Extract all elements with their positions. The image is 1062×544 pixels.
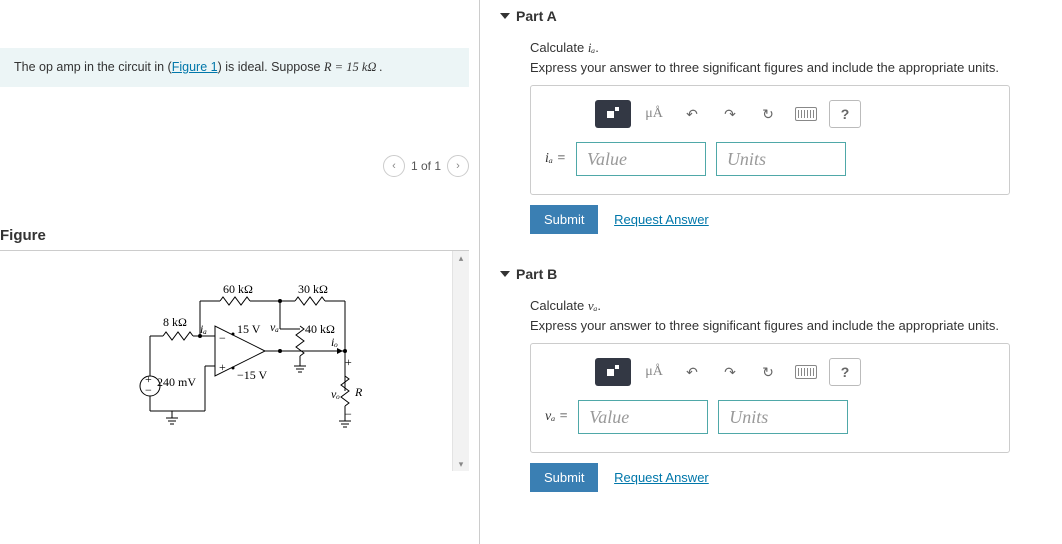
part-a-prompt: Calculate iₐ. <box>530 40 1062 56</box>
svg-text:vₐ: vₐ <box>270 320 279 334</box>
part-a-units-input[interactable]: Units <box>716 142 846 176</box>
keyboard-icon <box>795 365 817 379</box>
scroll-down-icon: ▾ <box>453 457 469 471</box>
part-b-header[interactable]: Part B <box>500 258 1062 290</box>
part-a-submit-button[interactable]: Submit <box>530 205 598 234</box>
redo-button[interactable]: ↷ <box>715 358 745 386</box>
part-b-prompt: Calculate vₐ. <box>530 298 1062 314</box>
undo-button[interactable]: ↶ <box>677 100 707 128</box>
part-a-instruction: Express your answer to three significant… <box>530 60 1062 75</box>
figure-scrollbar[interactable]: ▴ ▾ <box>452 251 469 471</box>
svg-text:−: − <box>219 331 226 345</box>
collapse-icon <box>500 13 510 19</box>
units-tool-button[interactable]: μÅ <box>639 358 669 386</box>
problem-statement: The op amp in the circuit in (Figure 1) … <box>0 48 469 87</box>
svg-text:60 kΩ: 60 kΩ <box>223 282 253 296</box>
svg-text:15 V: 15 V <box>237 322 261 336</box>
part-b-lhs: vₐ = <box>545 409 568 425</box>
part-b-instruction: Express your answer to three significant… <box>530 318 1062 333</box>
figure-next-button[interactable]: › <box>447 155 469 177</box>
scroll-up-icon: ▴ <box>453 251 469 265</box>
part-b-submit-button[interactable]: Submit <box>530 463 598 492</box>
svg-text:30 kΩ: 30 kΩ <box>298 282 328 296</box>
problem-text-prefix: The op amp in the circuit in ( <box>14 60 172 74</box>
part-a-value-input[interactable]: Value <box>576 142 706 176</box>
figure-nav-text: 1 of 1 <box>411 159 441 173</box>
svg-text:+: + <box>219 360 226 374</box>
svg-text:40 kΩ: 40 kΩ <box>305 322 335 336</box>
svg-text:R: R <box>354 385 363 399</box>
keyboard-button[interactable] <box>791 358 821 386</box>
part-b-units-input[interactable]: Units <box>718 400 848 434</box>
reset-button[interactable]: ↻ <box>753 100 783 128</box>
part-a-header[interactable]: Part A <box>500 0 1062 32</box>
part-b-answer-box: μÅ ↶ ↷ ↻ ? vₐ = Value Units <box>530 343 1010 453</box>
part-a-lhs: iₐ = <box>545 151 566 167</box>
svg-text:−: − <box>145 383 152 397</box>
keyboard-button[interactable] <box>791 100 821 128</box>
undo-button[interactable]: ↶ <box>677 358 707 386</box>
figure-link[interactable]: Figure 1 <box>172 60 218 74</box>
svg-text:vₒ: vₒ <box>331 387 340 401</box>
units-tool-button[interactable]: μÅ <box>639 100 669 128</box>
part-a-answer-box: μÅ ↶ ↷ ↻ ? iₐ = Value Units <box>530 85 1010 195</box>
templates-button[interactable] <box>595 358 631 386</box>
svg-text:iₒ: iₒ <box>331 335 338 349</box>
collapse-icon <box>500 271 510 277</box>
redo-button[interactable]: ↷ <box>715 100 745 128</box>
svg-text:−: − <box>345 407 352 421</box>
circuit-figure: 60 kΩ 30 kΩ 8 kΩ iₐ − + <box>0 251 469 471</box>
templates-button[interactable] <box>595 100 631 128</box>
help-button[interactable]: ? <box>829 100 861 128</box>
part-b-title: Part B <box>516 266 557 282</box>
part-a-request-answer-link[interactable]: Request Answer <box>614 212 709 227</box>
figure-label: Figure <box>0 227 46 244</box>
part-b-value-input[interactable]: Value <box>578 400 708 434</box>
svg-text:+: + <box>345 355 352 369</box>
part-b-request-answer-link[interactable]: Request Answer <box>614 470 709 485</box>
part-a-title: Part A <box>516 8 557 24</box>
reset-button[interactable]: ↻ <box>753 358 783 386</box>
svg-text:240 mV: 240 mV <box>157 375 196 389</box>
keyboard-icon <box>795 107 817 121</box>
problem-text-suffix: ) is ideal. Suppose <box>218 60 324 74</box>
problem-equation: R = 15 kΩ . <box>324 60 383 74</box>
help-button[interactable]: ? <box>829 358 861 386</box>
svg-text:−15 V: −15 V <box>237 368 268 382</box>
figure-prev-button[interactable]: ‹ <box>383 155 405 177</box>
svg-text:iₐ: iₐ <box>200 322 207 336</box>
svg-text:8 kΩ: 8 kΩ <box>163 315 187 329</box>
